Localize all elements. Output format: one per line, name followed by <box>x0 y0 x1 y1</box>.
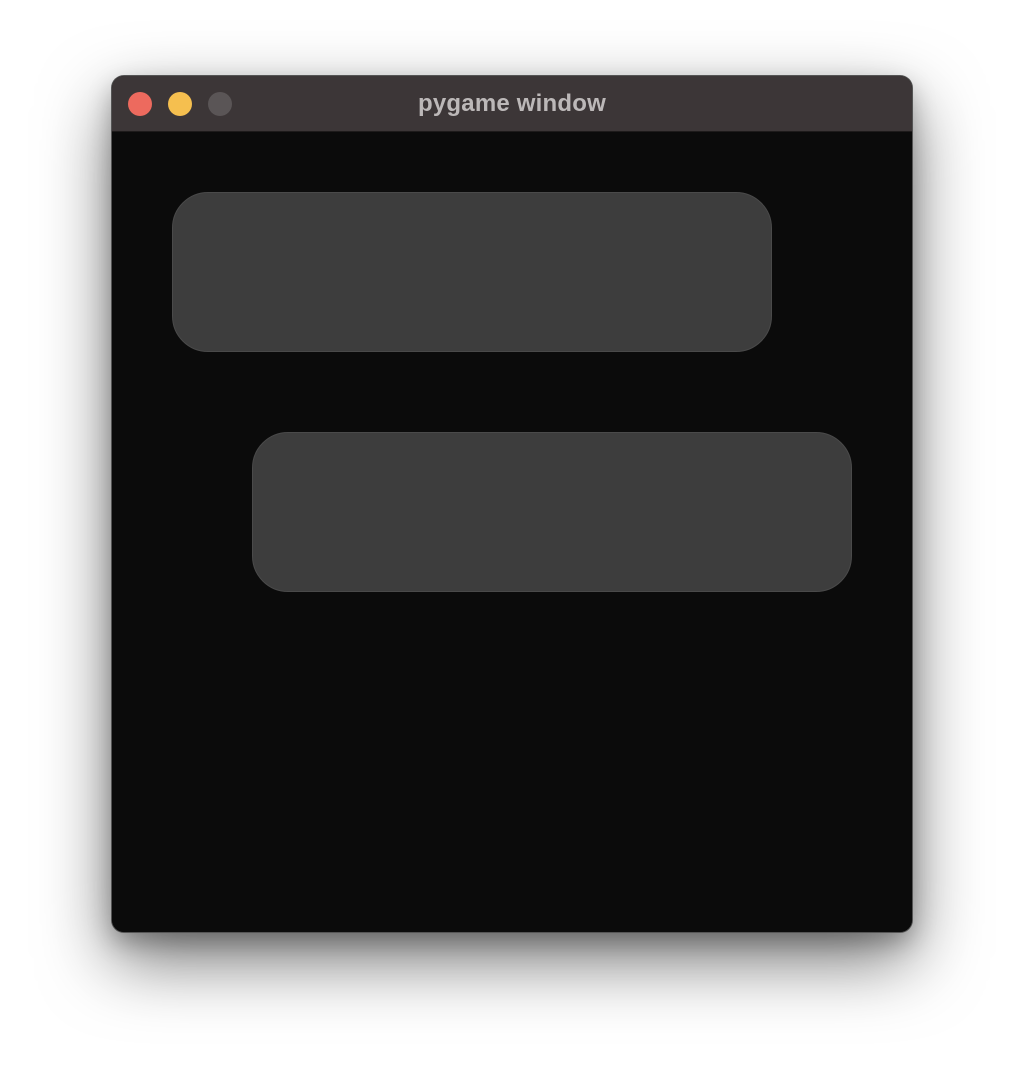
game-canvas[interactable] <box>112 132 912 932</box>
rounded-rectangle-bottom <box>252 432 852 592</box>
rounded-rectangle-top <box>172 192 772 352</box>
pygame-window: pygame window <box>112 76 912 932</box>
window-title: pygame window <box>418 90 606 117</box>
title-bar[interactable]: pygame window <box>112 76 912 132</box>
